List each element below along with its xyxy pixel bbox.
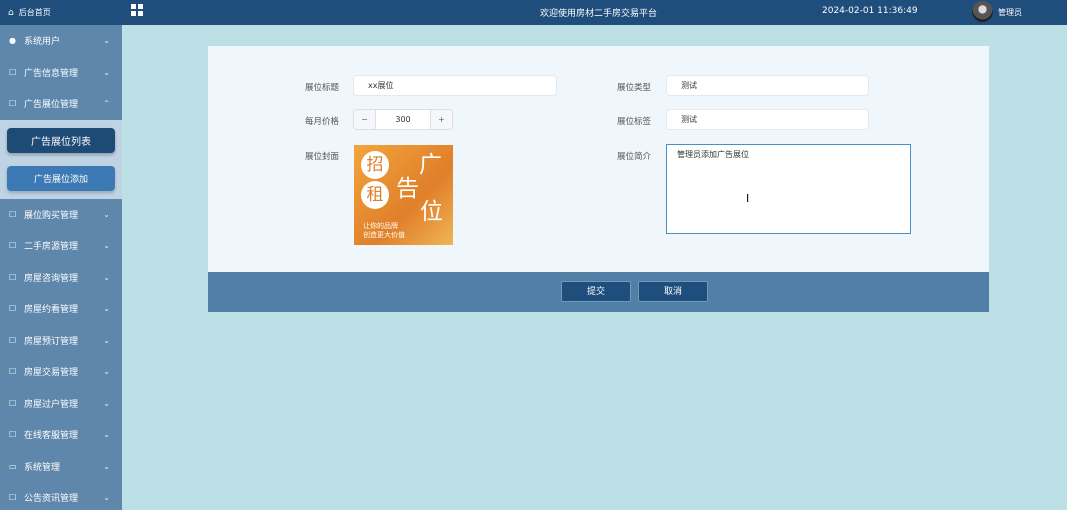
external-icon: ☐ [9,209,17,219]
sidebar-item[interactable]: ☐ 房屋交易管理 ⌄ [0,356,122,388]
chevron-down-icon: ⌄ [103,367,110,377]
sidebar-item-ad-slot[interactable]: ☐ 广告展位管理 ⌃ [0,88,122,120]
sidebar-item-label: 房屋过户管理 [24,399,79,410]
chevron-down-icon: ⌄ [103,36,110,46]
current-time: 2024-02-01 11:36:49 [822,6,918,16]
chevron-down-icon: ⌄ [103,398,110,408]
welcome-title: 欢迎使用房材二手房交易平台 [540,9,658,19]
price-input[interactable]: 300 [376,115,430,124]
sidebar-item-system-users[interactable]: ● 系统用户 ⌄ [0,25,122,57]
cancel-button[interactable]: 取消 [638,281,708,302]
title-label: 展位标题 [305,83,340,93]
sidebar-item[interactable]: ☐ 房屋预订管理 ⌄ [0,325,122,357]
sidebar-item-label: 广告信息管理 [24,68,79,79]
sidebar-item[interactable]: ☐ 房屋约看管理 ⌄ [0,293,122,325]
sidebar-item-label: 广告展位管理 [24,100,79,111]
external-icon: ☐ [9,241,17,251]
cover-char-wei: 位 [420,199,443,225]
sidebar-home[interactable]: ⌂ 后台首页 [0,0,122,25]
price-stepper: − 300 + [353,109,453,130]
avatar[interactable] [972,1,993,22]
sidebar-item[interactable]: ☐ 公告资讯管理 ⌄ [0,482,122,510]
menu-grid-icon[interactable] [131,4,143,16]
sidebar-item[interactable]: ☐ 在线客服管理 ⌄ [0,419,122,451]
tag-input[interactable]: 测试 [666,109,869,130]
price-label: 每月价格 [305,117,340,127]
external-icon: ☐ [9,430,17,440]
external-icon: ☐ [9,272,17,282]
chevron-down-icon: ⌄ [103,209,110,219]
chevron-down-icon: ⌄ [103,493,110,503]
chevron-down-icon: ⌄ [103,67,110,77]
intro-textarea[interactable]: 管理员添加广告展位 [666,144,911,234]
external-icon: ☐ [9,367,17,377]
sidebar-item-label: 展位购买管理 [24,210,79,221]
cover-char-zhao: 招 [361,151,389,179]
external-icon: ☐ [9,304,17,314]
sidebar-item[interactable]: ☐ 房屋过户管理 ⌄ [0,388,122,420]
sidebar-item-label: 系统管理 [24,462,61,473]
sidebar: ⌂ 后台首页 ● 系统用户 ⌄ ☐ 广告信息管理 ⌄ ☐ 广告展位管理 ⌃ 广告… [0,0,122,510]
cover-slogan: 让你的品牌 创造更大价值 [363,222,405,240]
chevron-down-icon: ⌄ [103,272,110,282]
sidebar-item-label: 公告资讯管理 [24,494,79,505]
cover-char-gao: 告 [396,176,419,202]
chevron-down-icon: ⌄ [103,304,110,314]
sidebar-item-label: 在线客服管理 [24,431,79,442]
cover-slogan-line2: 创造更大价值 [363,231,405,239]
increment-button[interactable]: + [430,110,452,129]
home-icon: ⌂ [8,7,14,18]
sidebar-submenu: 广告展位列表 广告展位添加 [0,119,122,199]
sidebar-item-label: 房屋约看管理 [24,305,79,316]
decrement-button[interactable]: − [354,110,376,129]
text-cursor-icon: I [746,192,750,205]
cover-char-guang: 广 [419,152,442,178]
chevron-down-icon: ⌄ [103,335,110,345]
submenu-ad-slot-list[interactable]: 广告展位列表 [7,127,115,153]
user-icon: ● [9,36,16,46]
submit-button[interactable]: 提交 [561,281,631,302]
cover-image[interactable]: 招 租 广 告 位 让你的品牌 创造更大价值 [354,145,453,245]
external-icon: ☐ [9,67,17,77]
intro-label: 展位简介 [617,152,652,162]
chevron-down-icon: ⌄ [103,241,110,251]
monitor-icon: ▭ [9,461,17,471]
topbar: 欢迎使用房材二手房交易平台 2024-02-01 11:36:49 管理员 [122,0,1067,25]
sidebar-item-label: 房屋预订管理 [24,336,79,347]
sidebar-home-label: 后台首页 [18,8,51,17]
cover-label: 展位封面 [305,152,340,162]
user-name[interactable]: 管理员 [998,7,1022,18]
sidebar-item-label: 二手房源管理 [24,242,79,253]
external-icon: ☐ [9,398,17,408]
tag-label: 展位标签 [617,117,652,127]
external-icon: ☐ [9,335,17,345]
sidebar-item[interactable]: ☐ 二手房源管理 ⌄ [0,230,122,262]
sidebar-item-ad-info[interactable]: ☐ 广告信息管理 ⌄ [0,57,122,89]
sidebar-item[interactable]: ▭ 系统管理 ⌄ [0,451,122,483]
sidebar-item-label: 房屋交易管理 [24,368,79,379]
sidebar-item[interactable]: ☐ 展位购买管理 ⌄ [0,199,122,231]
type-label: 展位类型 [617,83,652,93]
submenu-ad-slot-add[interactable]: 广告展位添加 [7,165,115,191]
sidebar-item-label: 系统用户 [24,37,61,48]
sidebar-item[interactable]: ☐ 房屋咨询管理 ⌄ [0,262,122,294]
cover-slogan-line1: 让你的品牌 [363,222,398,230]
chevron-down-icon: ⌄ [103,430,110,440]
chevron-down-icon: ⌄ [103,461,110,471]
external-icon: ☐ [9,99,17,109]
cover-char-zu: 租 [361,181,389,209]
chevron-up-icon: ⌃ [103,99,110,109]
external-icon: ☐ [9,493,17,503]
title-input[interactable]: xx展位 [353,75,557,96]
sidebar-item-label: 房屋咨询管理 [24,273,79,284]
type-input[interactable]: 测试 [666,75,869,96]
